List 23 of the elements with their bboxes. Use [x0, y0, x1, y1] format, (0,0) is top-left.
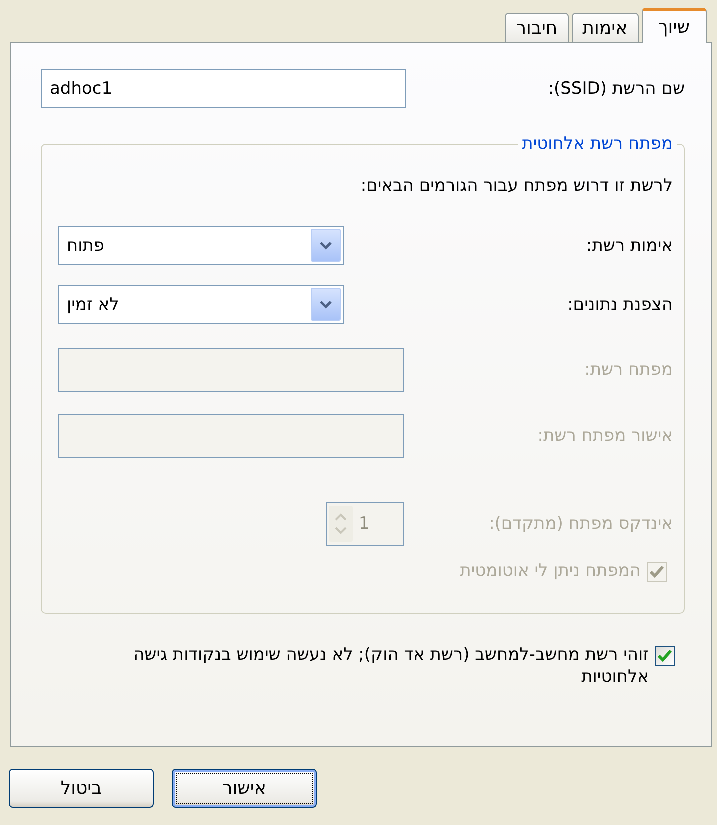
caret-icon	[319, 240, 333, 250]
dialog-button[interactable]: ביטול	[9, 769, 154, 808]
field-label: אימות רשת:	[586, 236, 673, 256]
checkbox[interactable]	[655, 646, 675, 666]
field-label: אינדקס מפתח (מתקדם):	[489, 514, 673, 534]
tab[interactable]: אימות	[572, 13, 639, 42]
caret-icon	[319, 300, 333, 310]
field-label: אישור מפתח רשת:	[538, 426, 673, 446]
group-title: מפתח רשת אלחוטית	[521, 134, 674, 154]
checkbox-label: המפתח ניתן לי אוטומטית	[460, 560, 641, 582]
input-field[interactable]: adhoc1	[41, 69, 406, 108]
group-description: לרשת זו דרוש מפתח עבור הגורמים הבאים:	[360, 176, 673, 196]
dialog-button[interactable]: אישור	[172, 769, 317, 808]
input-field[interactable]	[58, 348, 404, 392]
field-label: שם הרשת (SSID):	[548, 78, 685, 98]
field-label: הצפנת נתונים:	[568, 294, 673, 314]
input-field[interactable]	[58, 414, 404, 458]
tab[interactable]: שיוך	[642, 8, 707, 43]
field-label: מפתח רשת:	[584, 360, 673, 380]
dropdown[interactable]: פתוח	[58, 226, 344, 265]
tab[interactable]: חיבור	[505, 13, 569, 42]
dropdown[interactable]: לא זמין	[58, 285, 344, 324]
checkbox-label: זוהי רשת מחשב-למחשב (רשת אד הוק); לא נעשה שימוש בנקודות גישה אלחוטיות	[132, 644, 649, 688]
